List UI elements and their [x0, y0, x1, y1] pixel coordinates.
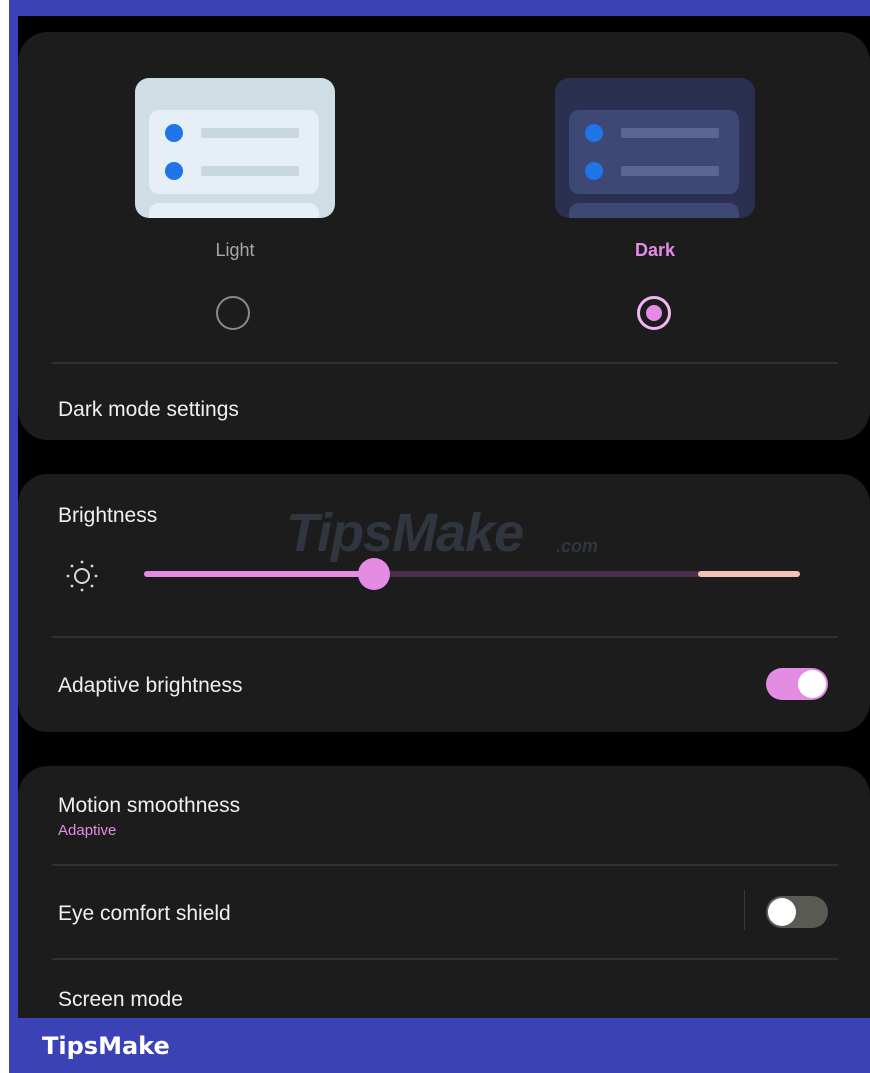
dark-theme-radio[interactable]: [637, 296, 671, 330]
dark-theme-preview[interactable]: [555, 78, 755, 218]
eye-comfort-shield-label[interactable]: Eye comfort shield: [58, 902, 231, 926]
watermark-suffix: .com: [556, 536, 599, 556]
divider: [52, 864, 838, 866]
brightness-label: Brightness: [58, 504, 158, 527]
adaptive-brightness-toggle[interactable]: [766, 668, 828, 700]
brightness-slider-thumb[interactable]: [357, 558, 390, 590]
frame-top-border: [9, 0, 870, 16]
screen-mode-item[interactable]: Screen mode: [58, 988, 183, 1012]
preview-line: [201, 128, 299, 138]
theme-card: Light Dark Dark mode settings: [18, 32, 870, 440]
toggle-knob: [768, 898, 796, 926]
eye-comfort-shield-toggle[interactable]: [766, 896, 828, 928]
brightness-slider[interactable]: [144, 558, 800, 590]
divider: [52, 362, 838, 364]
frame-left-border: [9, 0, 18, 1020]
preview-card: [149, 110, 319, 194]
display-options-card: Motion smoothness Adaptive Eye comfort s…: [18, 766, 870, 1018]
preview-dot-icon: [165, 124, 183, 142]
preview-card: [569, 203, 739, 218]
brightness-slider-fill: [144, 571, 374, 577]
footer-banner: TipsMake: [9, 1018, 870, 1073]
preview-line: [201, 166, 299, 176]
preview-line: [621, 128, 719, 138]
preview-dot-icon: [585, 162, 603, 180]
light-theme-label: Light: [215, 240, 255, 260]
preview-dot-icon: [165, 162, 183, 180]
sun-icon: [66, 560, 98, 592]
adaptive-brightness-label[interactable]: Adaptive brightness: [58, 674, 242, 698]
vertical-separator: [744, 890, 745, 930]
footer-brand: TipsMake: [42, 1032, 170, 1060]
radio-selected-dot: [646, 305, 662, 321]
motion-smoothness-value: Adaptive: [58, 822, 117, 839]
divider: [52, 958, 838, 960]
preview-card: [149, 203, 319, 218]
display-settings-screen: Light Dark Dark mode settings Brightness…: [18, 16, 870, 1018]
watermark-text: TipsMake: [286, 503, 524, 563]
dark-theme-label: Dark: [634, 240, 676, 260]
light-theme-radio[interactable]: [216, 296, 250, 330]
motion-smoothness-item[interactable]: Motion smoothness: [58, 794, 240, 818]
preview-dot-icon: [585, 124, 603, 142]
toggle-knob: [798, 670, 826, 698]
brightness-card: Brightness TipsMake .com Adaptive bright…: [18, 474, 870, 732]
preview-card: [569, 110, 739, 194]
dark-mode-settings-item[interactable]: Dark mode settings: [58, 398, 239, 422]
light-theme-preview[interactable]: [135, 78, 335, 218]
brightness-extra-range: [698, 571, 800, 577]
preview-line: [621, 166, 719, 176]
divider: [52, 636, 838, 638]
